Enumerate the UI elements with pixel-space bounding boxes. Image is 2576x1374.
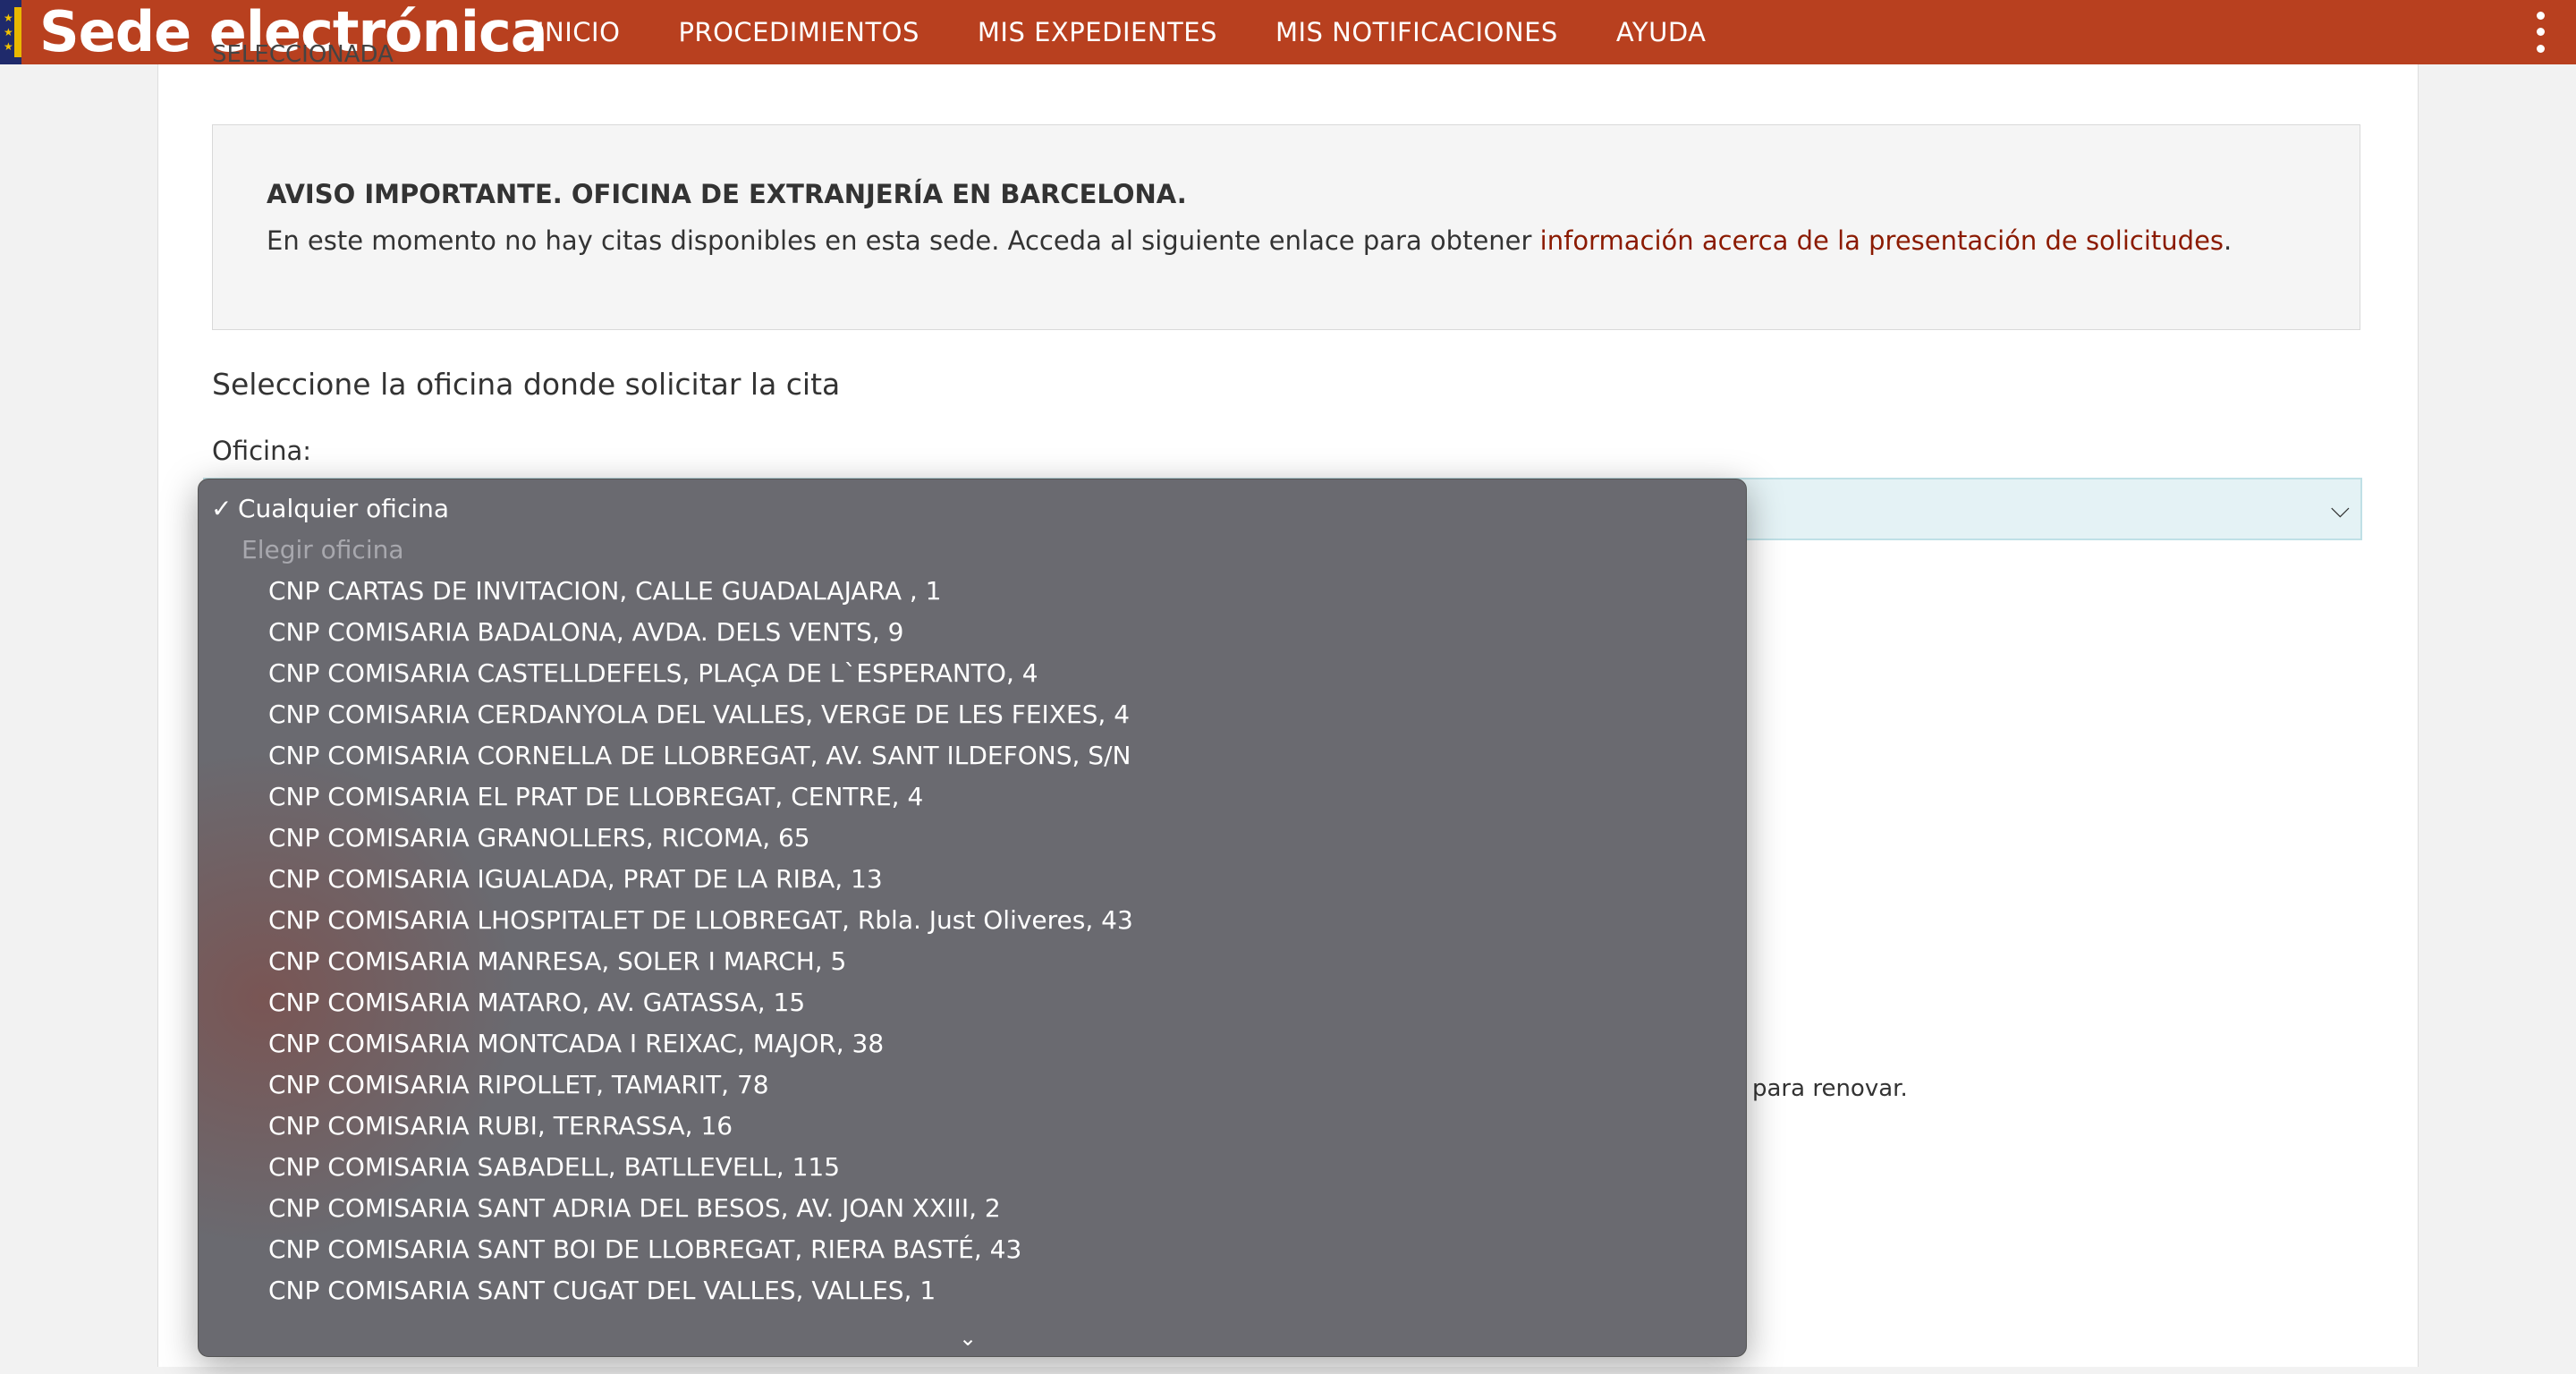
office-option[interactable]: CNP COMISARIA IGUALADA, PRAT DE LA RIBA,… xyxy=(268,859,883,900)
office-option[interactable]: CNP COMISARIA RIPOLLET, TAMARIT, 78 xyxy=(268,1064,769,1106)
nav-ayuda[interactable]: AYUDA xyxy=(1616,17,1707,47)
section-title: Seleccione la oficina donde solicitar la… xyxy=(212,367,841,402)
office-option[interactable]: CNP COMISARIA CASTELLDEFELS, PLAÇA DE L`… xyxy=(268,653,1038,694)
office-option[interactable]: CNP COMISARIA CORNELLA DE LLOBREGAT, AV.… xyxy=(268,735,1131,776)
office-option[interactable]: CNP COMISARIA MANRESA, SOLER I MARCH, 5 xyxy=(268,941,846,982)
cut-heading: SELECCIONADA xyxy=(212,41,394,68)
nav-procedimientos[interactable]: PROCEDIMIENTOS xyxy=(678,17,919,47)
office-label: Oficina: xyxy=(212,436,312,466)
eu-flag-icon: ★ ★ ★ xyxy=(0,0,21,64)
scroll-down-chevron-icon[interactable]: ⌄ xyxy=(959,1326,977,1351)
main-nav: INICIO PROCEDIMIENTOS MIS EXPEDIENTES MI… xyxy=(537,0,1765,64)
notice-title: AVISO IMPORTANTE. OFICINA DE EXTRANJERÍA… xyxy=(267,179,1187,209)
office-option[interactable]: CNP COMISARIA SABADELL, BATLLEVELL, 115 xyxy=(268,1147,840,1188)
chevron-down-icon: ⌵ xyxy=(2330,494,2350,523)
notice-end: . xyxy=(2224,225,2233,256)
office-option[interactable]: CNP COMISARIA LHOSPITALET DE LLOBREGAT, … xyxy=(268,900,1133,941)
important-notice: AVISO IMPORTANTE. OFICINA DE EXTRANJERÍA… xyxy=(212,124,2360,330)
nav-mis-expedientes[interactable]: MIS EXPEDIENTES xyxy=(978,17,1217,47)
office-option[interactable]: CNP COMISARIA GRANOLLERS, RICOMA, 65 xyxy=(268,818,810,859)
office-dropdown-list[interactable]: ✓ Cualquier oficina Elegir oficina CNP CA… xyxy=(198,479,1747,1357)
option-label: Cualquier oficina xyxy=(238,494,450,523)
paragraph-tail: para renovar. xyxy=(1752,1075,1908,1102)
office-option[interactable]: CNP COMISARIA MATARO, AV. GATASSA, 15 xyxy=(268,982,805,1023)
office-option[interactable]: CNP COMISARIA RUBI, TERRASSA, 16 xyxy=(268,1106,733,1147)
option-placeholder: Elegir oficina xyxy=(242,535,404,564)
office-option[interactable]: CNP COMISARIA EL PRAT DE LLOBREGAT, CENT… xyxy=(268,776,923,818)
office-option[interactable]: CNP CARTAS DE INVITACION, CALLE GUADALAJ… xyxy=(268,571,942,612)
office-option[interactable]: CNP COMISARIA CERDANYOLA DEL VALLES, VER… xyxy=(268,694,1130,735)
notice-text: En este momento no hay citas disponibles… xyxy=(267,225,2232,256)
office-option[interactable]: CNP COMISARIA MONTCADA I REIXAC, MAJOR, … xyxy=(268,1023,884,1064)
nav-mis-notificaciones[interactable]: MIS NOTIFICACIONES xyxy=(1275,17,1558,47)
office-option[interactable]: CNP COMISARIA BADALONA, AVDA. DELS VENTS… xyxy=(268,612,904,653)
nav-inicio[interactable]: INICIO xyxy=(537,17,620,47)
notice-body: En este momento no hay citas disponibles… xyxy=(267,225,1540,256)
office-option[interactable]: CNP COMISARIA SANT ADRIA DEL BESOS, AV. … xyxy=(268,1188,1001,1229)
notice-link[interactable]: información acerca de la presentación de… xyxy=(1540,225,2224,256)
option-cualquier-oficina[interactable]: ✓ Cualquier oficina xyxy=(211,488,449,530)
office-option[interactable]: CNP COMISARIA SANT CUGAT DEL VALLES, VAL… xyxy=(268,1270,936,1311)
more-menu-icon[interactable] xyxy=(2531,7,2549,57)
office-option[interactable]: CNP COMISARIA SANT BOI DE LLOBREGAT, RIE… xyxy=(268,1229,1021,1270)
checkmark-icon: ✓ xyxy=(211,494,233,523)
